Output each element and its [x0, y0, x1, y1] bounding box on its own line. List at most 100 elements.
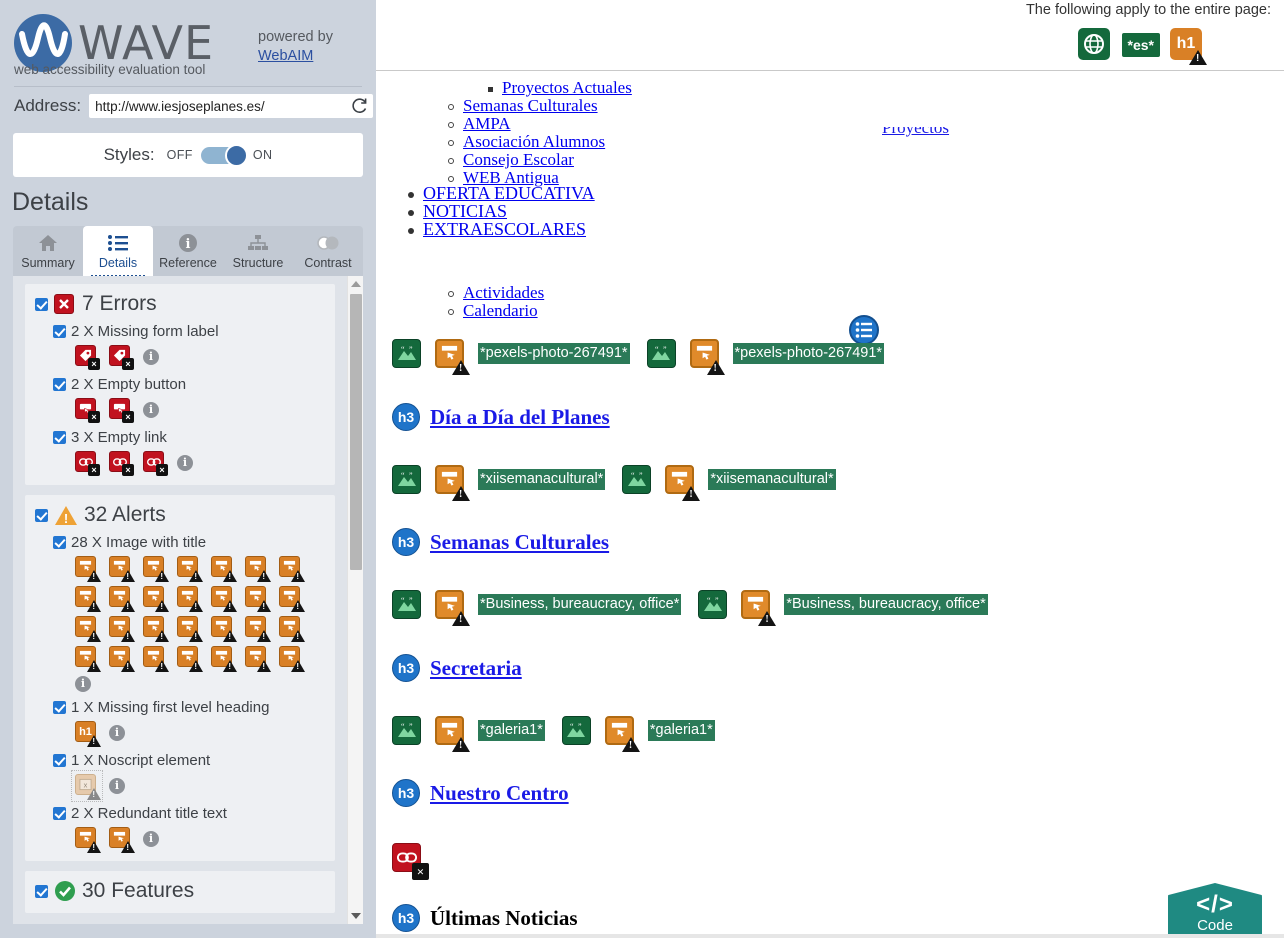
alt-text-icon[interactable]: “”	[392, 716, 422, 746]
nav-item-semanas-culturales[interactable]: Semanas Culturales	[448, 97, 605, 115]
image-with-title-icon[interactable]	[245, 646, 271, 672]
image-with-title-icon[interactable]	[75, 556, 101, 582]
image-with-title-icon[interactable]	[245, 556, 271, 582]
image-title-icon[interactable]	[435, 339, 470, 375]
nav-item-consejo-escolar[interactable]: Consejo Escolar	[448, 151, 605, 169]
nav-item-oferta-educativa[interactable]: OFERTA EDUCATIVA	[408, 184, 595, 202]
nav-link-calendario[interactable]: Calendario	[463, 301, 538, 320]
alt-text-icon[interactable]: “”	[646, 339, 677, 369]
empty-link-icon[interactable]: ×	[143, 451, 168, 476]
empty-link-info-icon[interactable]: i	[177, 455, 193, 471]
noscript-checkbox[interactable]	[53, 754, 66, 767]
image-with-title-info-icon[interactable]: i	[75, 676, 91, 692]
alt-text-icon[interactable]: “”	[622, 465, 652, 495]
styles-toggle[interactable]	[200, 143, 248, 167]
tab-reference[interactable]: i Reference	[153, 226, 223, 276]
image-with-title-icon[interactable]	[143, 616, 169, 642]
image-with-title-icon[interactable]	[109, 586, 135, 612]
image-with-title-icon[interactable]	[75, 586, 101, 612]
image-with-title-icon[interactable]	[177, 556, 203, 582]
h3-badge-icon[interactable]: h3	[392, 779, 420, 807]
code-button[interactable]: </> Code	[1168, 883, 1262, 938]
image-with-title-icon[interactable]	[211, 616, 237, 642]
image-with-title-icon[interactable]	[143, 556, 169, 582]
reload-icon[interactable]	[349, 96, 369, 116]
styles-on-label[interactable]: ON	[253, 148, 273, 162]
sidebar-scrollbar[interactable]	[347, 276, 363, 924]
image-with-title-icon[interactable]	[109, 556, 135, 582]
image-with-title-icon[interactable]	[245, 586, 271, 612]
image-title-icon[interactable]	[665, 465, 701, 501]
heading-text[interactable]: Secretaria	[430, 656, 522, 681]
image-with-title-icon[interactable]	[279, 586, 305, 612]
empty-link-icon[interactable]: ×	[109, 451, 134, 476]
image-with-title-icon[interactable]	[109, 646, 135, 672]
missing-form-label-icon[interactable]: ×	[75, 345, 100, 370]
h1-missing-icon[interactable]: h1	[75, 721, 101, 747]
scrollbar-down-button[interactable]	[348, 908, 363, 924]
alt-text-icon[interactable]: “”	[698, 590, 728, 620]
nav-link-asociacion-alumnos[interactable]: Asociación Alumnos	[463, 132, 605, 151]
image-title-icon[interactable]	[741, 590, 777, 626]
image-with-title-icon[interactable]	[143, 586, 169, 612]
nav-item-calendario[interactable]: Calendario	[448, 302, 544, 320]
heading-text[interactable]: Nuestro Centro	[430, 781, 569, 806]
image-with-title-icon[interactable]	[245, 616, 271, 642]
heading-text[interactable]: Semanas Culturales	[430, 530, 609, 555]
alerts-group-checkbox[interactable]	[35, 508, 48, 522]
image-with-title-icon[interactable]	[177, 586, 203, 612]
alt-text-icon[interactable]: “”	[561, 716, 592, 746]
nav-link-oferta-educativa[interactable]: OFERTA EDUCATIVA	[423, 183, 595, 203]
styles-off-label[interactable]: OFF	[167, 148, 193, 162]
alt-text-icon[interactable]: “”	[392, 339, 422, 369]
nav-link-ampa[interactable]: AMPA	[463, 114, 511, 133]
image-with-title-icon[interactable]	[177, 646, 203, 672]
image-with-title-icon[interactable]	[211, 586, 237, 612]
image-title-icon[interactable]	[689, 339, 725, 375]
image-with-title-icon[interactable]	[177, 616, 203, 642]
image-with-title-icon[interactable]	[211, 646, 237, 672]
missing-form-label-checkbox[interactable]	[53, 325, 66, 338]
nav-item-ampa[interactable]: AMPA	[448, 115, 605, 133]
tab-details[interactable]: Details	[83, 226, 153, 277]
missing-h1-info-icon[interactable]: i	[109, 725, 125, 741]
redundant-title-info-icon[interactable]: i	[143, 831, 159, 847]
nav-item-noticias[interactable]: NOTICIAS	[408, 202, 595, 220]
nav-item-asociacion-alumnos[interactable]: Asociación Alumnos	[448, 133, 605, 151]
h3-badge-icon[interactable]: h3	[392, 654, 420, 682]
image-title-icon[interactable]	[435, 590, 470, 626]
image-with-title-icon[interactable]	[279, 646, 305, 672]
h3-badge-icon[interactable]: h3	[392, 528, 420, 556]
alt-text-icon[interactable]: “”	[392, 590, 422, 620]
nav-item-actividades[interactable]: Actividades	[448, 284, 544, 302]
alt-text-icon[interactable]: “”	[392, 465, 422, 495]
image-with-title-icon[interactable]	[279, 556, 305, 582]
empty-link-icon[interactable]: ×	[75, 451, 100, 476]
nav-item-extraescolares[interactable]: EXTRAESCOLARES	[408, 220, 595, 238]
image-title-icon[interactable]	[435, 716, 470, 752]
scrollbar-up-button[interactable]	[348, 276, 363, 292]
redundant-title-icon[interactable]	[109, 827, 135, 853]
h3-badge-icon[interactable]: h3	[392, 403, 420, 431]
features-group-checkbox[interactable]	[35, 884, 48, 898]
heading-text[interactable]: Día a Día del Planes	[430, 405, 610, 430]
image-title-icon[interactable]	[604, 716, 640, 752]
noscript-icon[interactable]: x	[71, 770, 103, 802]
empty-link-icon[interactable]: ×	[392, 843, 429, 880]
errors-group-checkbox[interactable]	[35, 297, 48, 311]
cut-off-link[interactable]: Proyectos	[882, 127, 1022, 139]
image-with-title-checkbox[interactable]	[53, 536, 66, 549]
styles-toggle-knob[interactable]	[224, 143, 248, 167]
nav-link-actividades[interactable]: Actividades	[463, 283, 544, 302]
nav-link-noticias[interactable]: NOTICIAS	[423, 201, 507, 221]
empty-button-icon[interactable]: ×	[109, 398, 134, 423]
tab-contrast[interactable]: Contrast	[293, 226, 363, 276]
h1-missing-icon[interactable]: h1	[1170, 28, 1207, 65]
image-with-title-icon[interactable]	[211, 556, 237, 582]
scrollbar-thumb[interactable]	[350, 294, 362, 570]
nav-link-proyectos-actuales[interactable]: Proyectos Actuales	[502, 78, 632, 97]
missing-h1-checkbox[interactable]	[53, 701, 66, 714]
h3-badge-icon[interactable]: h3	[392, 904, 420, 932]
redundant-title-icon[interactable]	[75, 827, 101, 853]
lang-tag-icon[interactable]: *es*	[1121, 33, 1160, 57]
